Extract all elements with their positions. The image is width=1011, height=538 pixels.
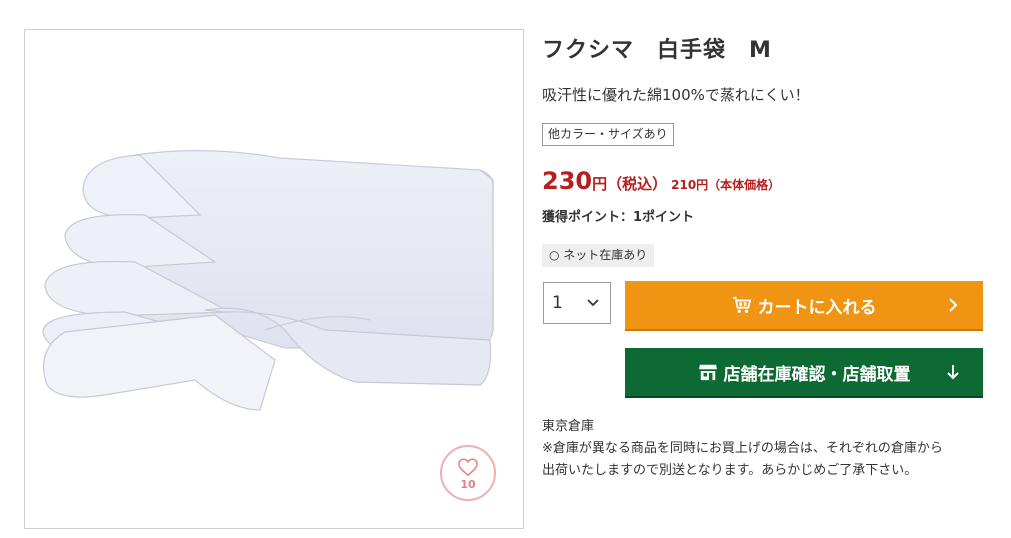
warehouse-note-line2: 出荷いたしますので別送となります。あらかじめご了承下さい。: [542, 463, 918, 478]
favorite-count: 10: [460, 478, 476, 491]
favorite-button[interactable]: 10: [440, 445, 496, 501]
product-catch-copy: 吸汗性に優れた綿100%で蒸れにくい！: [542, 86, 810, 104]
quantity-value: 1: [552, 293, 563, 313]
store-icon: [698, 364, 717, 381]
add-to-cart-label: カートに入れる: [757, 297, 877, 318]
stock-badge: ○ ネット在庫あり: [542, 244, 655, 267]
add-to-cart-button[interactable]: カートに入れる: [625, 281, 983, 331]
price-unit-tax: 円（税込）: [592, 175, 668, 193]
store-stock-button[interactable]: 店舗在庫確認・店舗取置: [625, 348, 983, 398]
warehouse-note-line1: ※倉庫が異なる商品を同時にお買上げの場合は、それぞれの倉庫から: [542, 441, 943, 456]
arrow-down-icon: [947, 365, 959, 380]
store-stock-label: 店舗在庫確認・店舗取置: [723, 364, 911, 385]
product-image-frame: 10: [24, 29, 524, 529]
quantity-select[interactable]: 1: [543, 282, 611, 324]
heart-icon: [458, 458, 478, 477]
variant-tag[interactable]: 他カラー・サイズあり: [542, 123, 674, 146]
price-base: 210円（本体価格）: [671, 178, 781, 192]
cart-icon: [732, 296, 751, 313]
price-amount: 230: [542, 167, 593, 195]
price-row: 230円（税込） 210円（本体価格）: [542, 167, 780, 195]
warehouse-info: 東京倉庫 ※倉庫が異なる商品を同時にお買上げの場合は、それぞれの倉庫から 出荷い…: [542, 416, 987, 482]
warehouse-name: 東京倉庫: [542, 419, 595, 434]
product-title: フクシマ 白手袋 M: [542, 38, 772, 63]
chevron-down-icon: [587, 299, 599, 307]
chevron-right-icon: [949, 298, 958, 312]
points-earned: 獲得ポイント：1ポイント: [542, 210, 695, 225]
